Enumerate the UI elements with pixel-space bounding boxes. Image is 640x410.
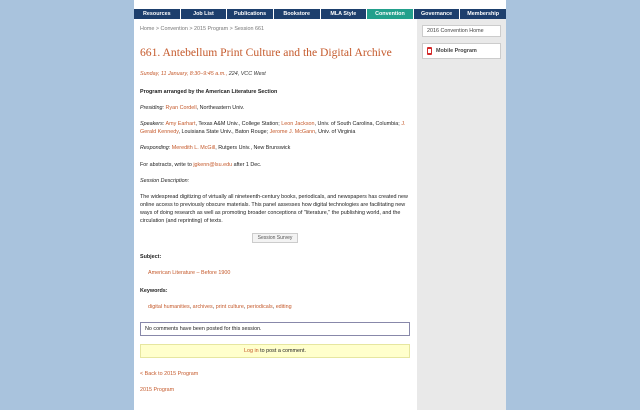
speakers-label: Speakers:	[140, 121, 165, 128]
nav-membership[interactable]: Membership	[460, 9, 506, 19]
speakers-line: Speakers: Amy Earhart, Texas A&M Univ., …	[140, 120, 410, 136]
program-link[interactable]: 2015 Program	[140, 387, 174, 393]
keyword-link[interactable]: periodicals	[247, 304, 273, 310]
page-title: 661. Antebellum Print Culture and the Di…	[140, 46, 392, 59]
back-line: < Back to 2015 Program	[140, 370, 410, 378]
responding-affil: , Rutgers Univ., New Brunswick	[215, 145, 291, 152]
nav-resources[interactable]: Resources	[134, 9, 180, 19]
subject-link[interactable]: American Literature – Before 1900	[148, 270, 230, 276]
speaker-affil: , Univ. of Virginia	[315, 129, 356, 136]
nav-publications[interactable]: Publications	[227, 9, 273, 19]
keyword-link[interactable]: digital humanities	[148, 304, 190, 310]
page-container: Resources Job List Publications Bookstor…	[134, 0, 506, 410]
sidebar-mobile-program-link[interactable]: Mobile Program	[422, 43, 501, 59]
nav-convention[interactable]: Convention	[367, 9, 413, 19]
responding-label: Responding:	[140, 145, 171, 152]
responding-name-link[interactable]: Meredith L. McGill	[172, 145, 215, 151]
mobile-phone-icon	[427, 47, 432, 55]
subject-label: Subject:	[140, 254, 162, 261]
breadcrumb-2015-program[interactable]: 2015 Program	[194, 26, 228, 32]
sidebar-convention-home-link[interactable]: 2016 Convention Home	[422, 25, 501, 37]
login-link[interactable]: Log in	[244, 348, 259, 354]
description-label: Session Description:	[140, 177, 410, 185]
keyword-link[interactable]: print culture	[216, 304, 244, 310]
speaker-affil: , Texas A&M Univ., College Station;	[195, 121, 282, 128]
nav-bookstore[interactable]: Bookstore	[273, 9, 320, 19]
main-content: Home > Convention > 2015 Program > Sessi…	[134, 19, 416, 410]
keywords-list: digital humanities, archives, print cult…	[148, 304, 292, 311]
keyword-link[interactable]: editing	[276, 304, 292, 310]
login-prompt: Log in to post a comment.	[140, 343, 410, 358]
breadcrumb-home[interactable]: Home	[140, 26, 154, 32]
breadcrumb-convention[interactable]: Convention	[161, 26, 188, 32]
abstracts-line: For abstracts, write to jgkenn@lsu.edu a…	[140, 161, 410, 169]
presiding-line: Presiding: Ryan Cordell, Northeastern Un…	[140, 104, 410, 112]
keywords-label: Keywords:	[140, 288, 168, 295]
sidebar: 2016 Convention Home Mobile Program	[417, 19, 506, 410]
presiding-name-link[interactable]: Ryan Cordell	[165, 105, 196, 111]
back-to-program-link[interactable]: < Back to 2015 Program	[140, 371, 198, 377]
comments-text: No comments have been posted for this se…	[145, 325, 262, 332]
comments-box: No comments have been posted for this se…	[140, 321, 410, 336]
abstracts-pre: For abstracts, write to	[140, 161, 194, 168]
session-time: Sunday, 11 January, 8:30–9:45 a.m., 224,…	[140, 70, 410, 78]
speaker-link[interactable]: Amy Earhart	[165, 121, 195, 127]
abstracts-post: after 1 Dec.	[232, 161, 262, 168]
session-survey-button[interactable]: Session Survey	[252, 233, 298, 244]
speaker-affil: , Univ. of South Carolina, Columbia;	[314, 121, 402, 128]
speaker-link[interactable]: Leon Jackson	[281, 121, 314, 127]
nav-mla-style[interactable]: MLA Style	[320, 9, 367, 19]
login-rest: to post a comment.	[258, 347, 307, 354]
keyword-link[interactable]: archives	[193, 304, 213, 310]
presiding-affil: , Northeastern Univ.	[196, 105, 245, 112]
description-label-text: Session Description:	[140, 177, 190, 184]
nav-governance[interactable]: Governance	[413, 9, 460, 19]
speaker-link[interactable]: Jerome J. McGann	[270, 129, 316, 135]
subject-list: American Literature – Before 1900	[148, 269, 410, 277]
responding-line: Responding: Meredith L. McGill, Rutgers …	[140, 144, 410, 152]
session-description: The widespread digitizing of virtually a…	[140, 193, 408, 225]
program-line: 2015 Program	[140, 386, 410, 394]
session-location: 224, VCC West	[228, 71, 266, 77]
nav-job-list[interactable]: Job List	[180, 9, 227, 19]
arranged-by: Program arranged by the American Literat…	[140, 89, 278, 96]
speaker-affil: , Louisiana State Univ., Baton Rouge;	[178, 129, 270, 136]
top-nav: Resources Job List Publications Bookstor…	[134, 9, 506, 19]
mobile-program-label: Mobile Program	[436, 48, 477, 54]
abstracts-email-link[interactable]: jgkenn@lsu.edu	[193, 162, 232, 168]
session-date: Sunday, 11 January, 8:30–9:45 a.m.,	[140, 71, 228, 77]
breadcrumb-current: Session 661	[234, 26, 264, 32]
breadcrumb: Home > Convention > 2015 Program > Sessi…	[140, 26, 410, 32]
presiding-label: Presiding:	[140, 105, 164, 112]
